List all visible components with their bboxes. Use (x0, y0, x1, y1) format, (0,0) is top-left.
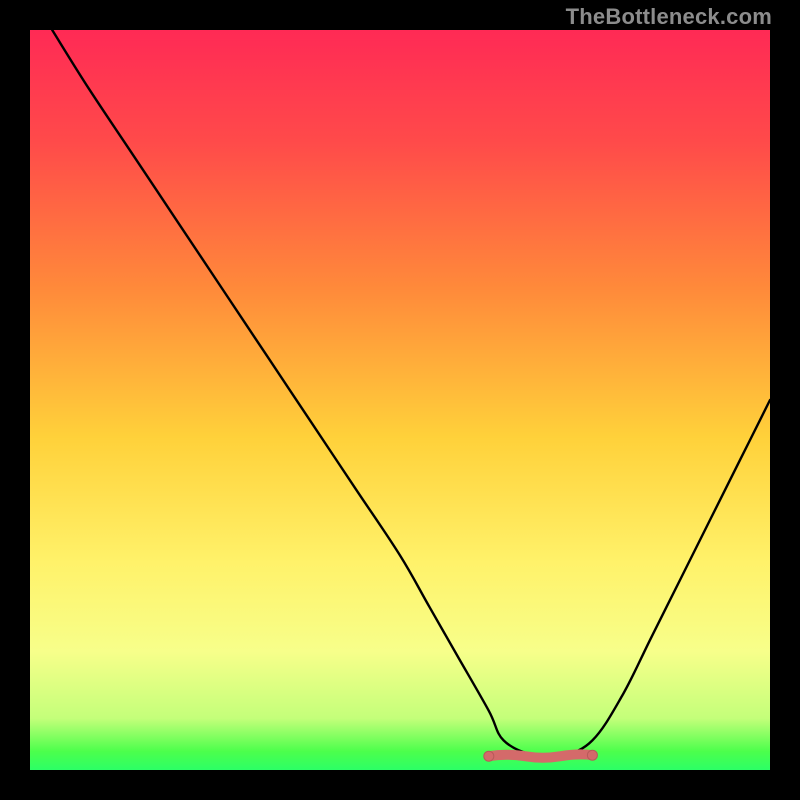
marker-dot (587, 750, 597, 760)
optimal-band-marker (489, 754, 593, 757)
plot-area (30, 30, 770, 770)
bottleneck-curve (52, 30, 770, 757)
watermark-text: TheBottleneck.com (566, 4, 772, 30)
chart-frame: TheBottleneck.com (0, 0, 800, 800)
chart-svg (30, 30, 770, 770)
marker-dot (484, 751, 494, 761)
